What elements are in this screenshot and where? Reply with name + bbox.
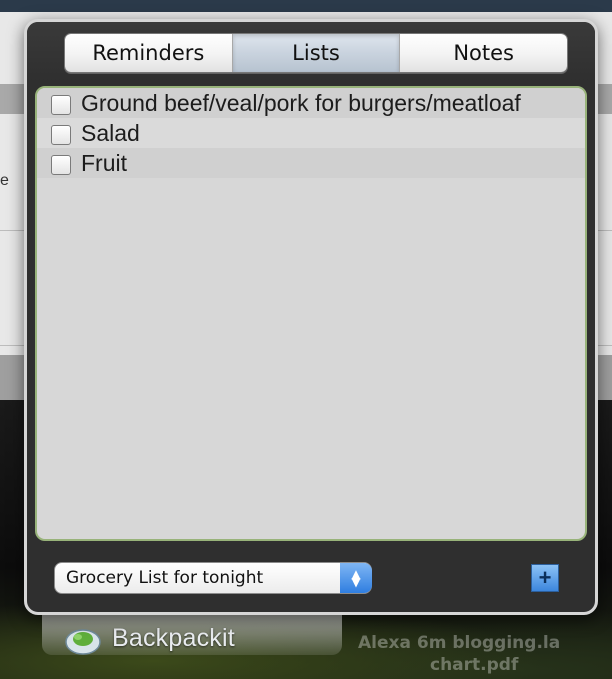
item-checkbox[interactable] [51, 95, 71, 115]
tab-notes[interactable]: Notes [400, 34, 567, 72]
tab-lists[interactable]: Lists [232, 34, 401, 72]
up-down-arrows-icon: ▲ ▼ [340, 563, 372, 593]
backpack-cloud-icon[interactable] [64, 624, 102, 656]
background-title-bar [0, 0, 612, 12]
dock-app-name[interactable]: Backpackit [112, 624, 235, 653]
tab-reminders[interactable]: Reminders [65, 34, 233, 72]
list-item-text: Fruit [81, 150, 127, 176]
desktop-file-label[interactable]: Alexa 6m blogging.la chart.pdf [358, 632, 612, 676]
list-items-container: Ground beef/veal/pork for burgers/meatlo… [35, 86, 587, 541]
file-name-line2: chart.pdf [430, 655, 519, 675]
backpack-hud-panel: Reminders Lists Notes Ground beef/veal/p… [24, 19, 598, 615]
list-item: Ground beef/veal/pork for burgers/meatlo… [37, 88, 585, 118]
file-name-line1: Alexa 6m blogging.la [358, 633, 561, 653]
list-item: Salad [37, 118, 585, 148]
tab-bar: Reminders Lists Notes [64, 33, 568, 73]
selected-list-name: Grocery List for tonight [66, 568, 264, 588]
add-item-button[interactable]: + [531, 564, 559, 592]
list-selector-dropdown[interactable]: Grocery List for tonight ▲ ▼ [54, 562, 372, 594]
list-item-text: Salad [81, 120, 140, 146]
background-text: e [0, 172, 9, 189]
list-item-text: Ground beef/veal/pork for burgers/meatlo… [81, 90, 521, 116]
item-checkbox[interactable] [51, 125, 71, 145]
item-checkbox[interactable] [51, 155, 71, 175]
list-item: Fruit [37, 148, 585, 178]
